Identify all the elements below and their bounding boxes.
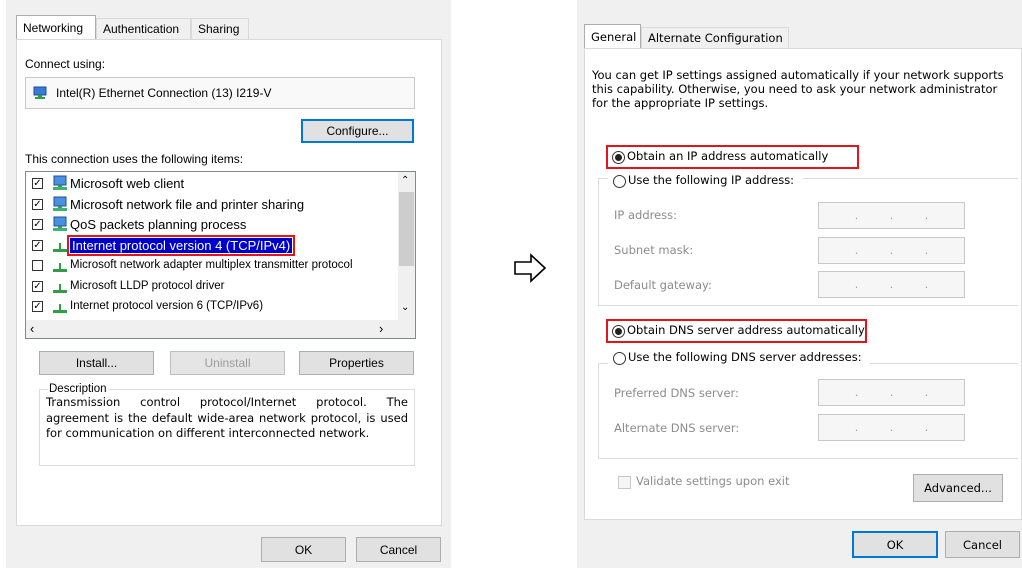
description-text: Transmission control protocol/Internet p…	[46, 395, 408, 440]
item-checkbox[interactable]: ✓	[32, 198, 43, 210]
horizontal-scrollbar[interactable]: ‹ ›	[26, 320, 415, 338]
general-page: You can get IP settings assigned automat…	[584, 48, 1022, 520]
tab-networking[interactable]: Networking	[16, 15, 96, 39]
item-label: Microsoft network adapter multiplex tran…	[70, 259, 353, 271]
protocol-icon	[53, 304, 67, 313]
left-dialog: Networking Authentication Sharing Connec…	[6, 0, 451, 568]
right-ok-button[interactable]: OK	[852, 531, 938, 558]
item-label: Internet protocol version 6 (TCP/IPv6)	[70, 300, 264, 312]
validate-checkbox[interactable]	[618, 476, 631, 489]
network-adapter-icon	[33, 86, 47, 99]
protocol-icon	[53, 283, 67, 293]
install-button[interactable]: Install...	[39, 351, 154, 375]
list-item[interactable]: ✓ Microsoft network file and printer shar…	[26, 195, 398, 216]
network-client-icon	[53, 196, 67, 211]
preferred-dns-label: Preferred DNS server:	[614, 386, 739, 400]
arrow-right-outline-icon	[514, 253, 547, 283]
item-label: Microsoft network file and printer shari…	[70, 196, 305, 212]
intro-text: You can get IP settings assigned automat…	[592, 68, 1004, 110]
alternate-dns-field[interactable]: ...	[818, 414, 965, 441]
tab-sharing[interactable]: Sharing	[191, 18, 249, 39]
obtain-dns-auto-label[interactable]: Obtain DNS server address automatically	[627, 323, 865, 337]
item-checkbox[interactable]: ✓	[32, 280, 43, 292]
use-following-dns-label[interactable]: Use the following DNS server addresses:	[628, 350, 862, 364]
obtain-ip-auto-radio[interactable]	[612, 151, 625, 164]
vertical-scrollbar[interactable]: ⌃ ⌄	[398, 172, 415, 320]
properties-button[interactable]: Properties	[299, 351, 414, 375]
description-group: Description Transmission control protoco…	[39, 383, 415, 466]
right-dialog: General Alternate Configuration You can …	[577, 0, 1022, 568]
scroll-up-icon[interactable]: ⌃	[401, 175, 409, 186]
network-client-icon	[53, 175, 67, 190]
obtain-ip-auto-label[interactable]: Obtain an IP address automatically	[627, 149, 828, 163]
right-cancel-button[interactable]: Cancel	[945, 531, 1020, 558]
protocol-icon	[53, 242, 67, 252]
description-label: Description	[48, 383, 108, 395]
item-checkbox[interactable]: ✓	[32, 301, 43, 312]
uninstall-button[interactable]: Uninstall	[170, 351, 285, 375]
list-item[interactable]: ✓ Microsoft LLDP protocol driver	[26, 277, 398, 298]
item-label: QoS packets planning process	[70, 217, 247, 232]
item-checkbox[interactable]	[32, 260, 43, 271]
preferred-dns-field[interactable]: ...	[818, 379, 965, 406]
subnet-mask-field[interactable]: ...	[818, 237, 965, 264]
adapter-name: Intel(R) Ethernet Connection (13) I219-V	[56, 86, 272, 100]
configure-button[interactable]: Configure...	[301, 119, 414, 143]
subnet-mask-label: Subnet mask:	[614, 243, 694, 257]
alternate-dns-label: Alternate DNS server:	[614, 421, 740, 435]
scroll-left-icon[interactable]: ‹	[30, 321, 34, 336]
tab-alternate-configuration[interactable]: Alternate Configuration	[641, 27, 789, 48]
ip-address-label: IP address:	[614, 208, 678, 222]
list-item[interactable]: ✓ Internet protocol version 4 (TCP/IPv4)	[26, 234, 398, 257]
item-checkbox[interactable]: ✓	[32, 239, 43, 251]
item-checkbox[interactable]: ✓	[32, 219, 43, 230]
advanced-button[interactable]: Advanced...	[913, 474, 1003, 502]
list-item[interactable]: Microsoft network adapter multiplex tran…	[26, 256, 398, 277]
network-client-icon	[53, 216, 67, 231]
obtain-dns-auto-radio[interactable]	[612, 325, 625, 338]
list-item[interactable]: ✓ Internet protocol version 6 (TCP/IPv6)	[26, 297, 398, 318]
default-gateway-field[interactable]: ...	[818, 271, 965, 298]
use-following-ip-label[interactable]: Use the following IP address:	[628, 173, 794, 187]
adapter-box: Intel(R) Ethernet Connection (13) I219-V	[25, 77, 415, 109]
validate-label[interactable]: Validate settings upon exit	[636, 474, 789, 488]
left-cancel-button[interactable]: Cancel	[356, 537, 441, 562]
use-following-ip-radio[interactable]	[613, 175, 626, 188]
use-following-dns-radio[interactable]	[613, 352, 626, 365]
item-label: Microsoft LLDP protocol driver	[70, 279, 225, 292]
protocol-icon	[53, 263, 67, 272]
list-item[interactable]: ✓ Microsoft web client	[26, 174, 398, 195]
dns-group	[598, 363, 1018, 459]
tab-authentication[interactable]: Authentication	[96, 18, 191, 39]
list-item[interactable]: ✓ QoS packets planning process	[26, 215, 398, 236]
items-label: This connection uses the following items…	[25, 152, 244, 166]
left-ok-button[interactable]: OK	[261, 537, 346, 562]
default-gateway-label: Default gateway:	[614, 278, 712, 292]
items-list[interactable]: ✓ Microsoft web client ✓ Microsoft network …	[25, 171, 416, 339]
item-label: Internet protocol version 4 (TCP/IPv4)	[66, 234, 296, 256]
scroll-down-icon[interactable]: ⌄	[401, 302, 409, 313]
networking-page: Connect using: Intel(R) Ethernet Connect…	[16, 39, 442, 526]
ip-address-field[interactable]: ...	[818, 202, 965, 229]
scroll-right-icon[interactable]: ›	[379, 321, 383, 336]
connect-using-label: Connect using:	[25, 57, 106, 71]
tab-general[interactable]: General	[584, 24, 641, 48]
item-label: Microsoft web client	[70, 176, 185, 191]
scroll-thumb[interactable]	[399, 192, 414, 266]
item-checkbox[interactable]: ✓	[32, 178, 43, 189]
